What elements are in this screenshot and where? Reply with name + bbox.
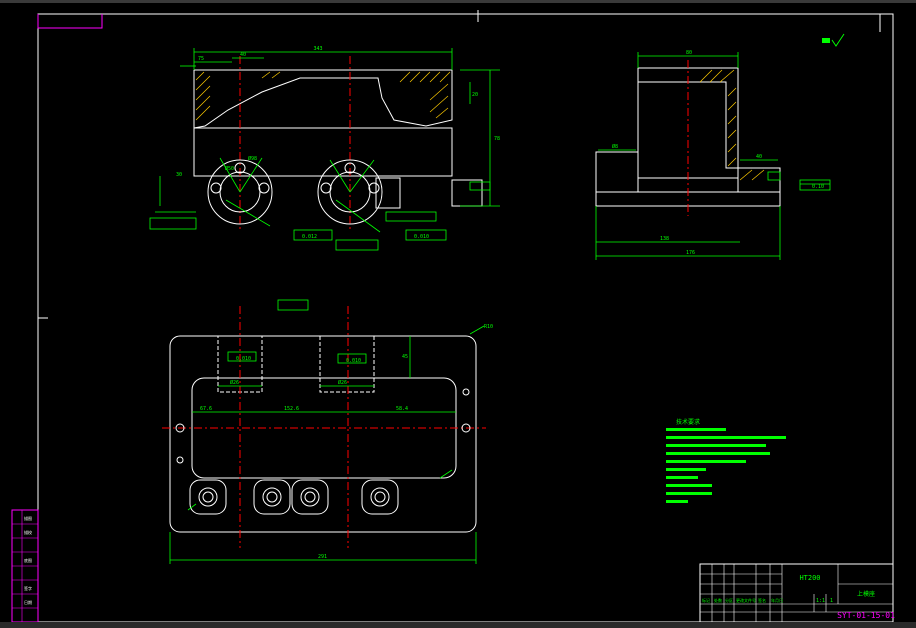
tech-req-title: 技术要求 [676, 418, 700, 426]
svg-text:签字: 签字 [24, 585, 32, 591]
front-right-step [451, 179, 483, 207]
svg-text:签名: 签名 [758, 597, 766, 603]
title-block[interactable]: 标记 处数 分区 更改文件号 签名 年月日 HT200 上模座 1:1 1 SY… [699, 563, 895, 623]
plan-dimension-lines [169, 325, 485, 564]
front-bolt-holes [210, 162, 380, 194]
side-dim-top: 80 [686, 50, 692, 56]
roughness-symbol-top [822, 33, 845, 47]
svg-text:分区: 分区 [725, 597, 733, 603]
sheet-label: 1 [830, 598, 833, 604]
side-mark-box [767, 171, 781, 181]
svg-text:日期: 日期 [24, 599, 32, 605]
svg-text:年月日: 年月日 [771, 597, 783, 603]
drawing-border [37, 13, 894, 623]
scale-label: 1:1 [816, 598, 825, 604]
plan-mounting-holes [175, 388, 471, 464]
svg-text:更改文件号: 更改文件号 [736, 597, 756, 603]
front-dim-overall: 343 [313, 46, 322, 52]
part-name-label: 上模座 [857, 590, 875, 598]
front-dim-bolt: Ø98 [248, 155, 257, 162]
side-hatch [699, 69, 765, 181]
side-flatness: 0.10 [812, 184, 824, 190]
plan-flat-b: 0.010 [346, 358, 361, 364]
tech-req-lines [666, 428, 786, 503]
plan-dim-pocket-a: Ø26 [230, 379, 239, 386]
svg-text:底图: 底图 [24, 557, 32, 563]
side-dim-mid: 138 [660, 236, 669, 242]
svg-text:描图: 描图 [24, 515, 32, 521]
tech-requirements[interactable]: 技术要求 [666, 418, 786, 503]
front-dim-boxes [149, 181, 491, 251]
front-tol-b: 0.010 [414, 234, 429, 240]
material-label: HT200 [799, 574, 820, 582]
front-dim-left-step: 75 [198, 56, 204, 62]
side-step-block [595, 151, 639, 193]
front-dim-right-h: 20 [472, 92, 478, 98]
svg-text:处数: 处数 [714, 597, 722, 603]
side-dimension-lines [595, 52, 830, 260]
plan-dim-depth: 45 [402, 354, 408, 360]
window-bottom-strip [0, 622, 916, 628]
plan-dim-pocket-b: Ø26 [338, 379, 347, 386]
top-left-tab [37, 14, 103, 29]
plan-bolt-pockets[interactable] [189, 479, 399, 515]
plan-flat-a: 0.010 [236, 356, 251, 362]
front-tol-a: 0.012 [302, 234, 317, 240]
side-view[interactable]: 80 138 176 40 Ø8 0.10 [595, 50, 831, 260]
front-hatch-left [195, 71, 281, 121]
svg-text:描校: 描校 [24, 529, 32, 535]
plan-dim-corner: R10 [484, 324, 493, 330]
cad-drawing-canvas[interactable]: 343 75 40 78 Ø50 Ø98 30 20 0.012 0.010 8… [0, 0, 916, 628]
front-dim-height: 78 [494, 136, 500, 142]
front-dimension-lines [155, 48, 500, 213]
plan-outer-plate[interactable] [169, 335, 477, 533]
drawing-number-label: SYT-01-15-01 [837, 611, 895, 620]
side-dim-base: 176 [686, 250, 695, 256]
plan-view[interactable]: 291 67.6 152.6 58.4 R10 45 Ø26 Ø26 0.010… [162, 299, 493, 564]
front-dim-slot: 40 [240, 52, 246, 58]
front-dim-small-h: 30 [176, 172, 182, 178]
side-dim-hole: Ø8 [612, 143, 618, 150]
plan-dim-right: 58.4 [396, 406, 408, 412]
svg-text:标记: 标记 [702, 597, 710, 603]
side-dim-step: 40 [756, 154, 762, 160]
front-hatch-right [399, 71, 451, 119]
plan-dim-overall: 291 [318, 554, 327, 560]
plan-dim-left: 67.6 [200, 406, 212, 412]
front-dim-bore: Ø50 [225, 165, 234, 172]
plan-tolerance-boxes [227, 299, 367, 364]
front-view[interactable]: 343 75 40 78 Ø50 Ø98 30 20 0.012 0.010 [149, 46, 500, 251]
front-leader-lines [219, 157, 381, 233]
title-block-labels: 标记 处数 分区 更改文件号 签名 年月日 [702, 597, 783, 603]
left-side-block: 描图 描校 底图 签字 日期 [11, 509, 39, 623]
plan-dim-center: 152.6 [284, 406, 299, 412]
